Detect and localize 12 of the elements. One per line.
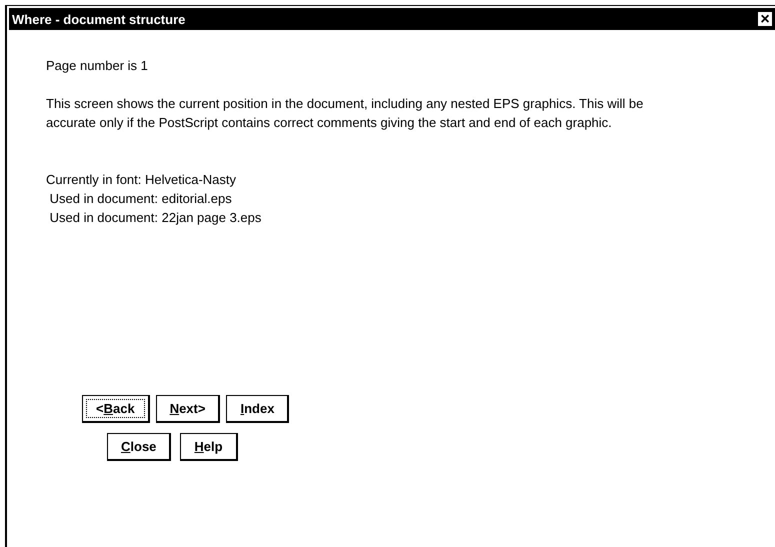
window-title: Where - document structure — [12, 12, 186, 26]
close-button[interactable]: × — [757, 11, 773, 27]
font-info-line: Used in document: editorial.eps — [48, 190, 233, 208]
description-text: This screen shows the current position in the document, including any nested EPS graphics. This will be accurate only if the PostScript contains correct comments giving the start and end of each graphic. — [46, 95, 644, 132]
nav-button[interactable]: Close — [107, 433, 172, 461]
nav-button[interactable]: Help — [180, 433, 238, 461]
nav-button[interactable]: Next> — [156, 395, 220, 423]
font-info-line: Currently in font: Helvetica-Nasty — [46, 171, 238, 189]
nav-button[interactable]: <Back — [82, 395, 150, 423]
font-info-line: Used in document: 22jan page 3.eps — [48, 209, 262, 227]
page-number-text: Page number is 1 — [46, 57, 149, 75]
nav-button[interactable]: Index — [226, 395, 290, 423]
